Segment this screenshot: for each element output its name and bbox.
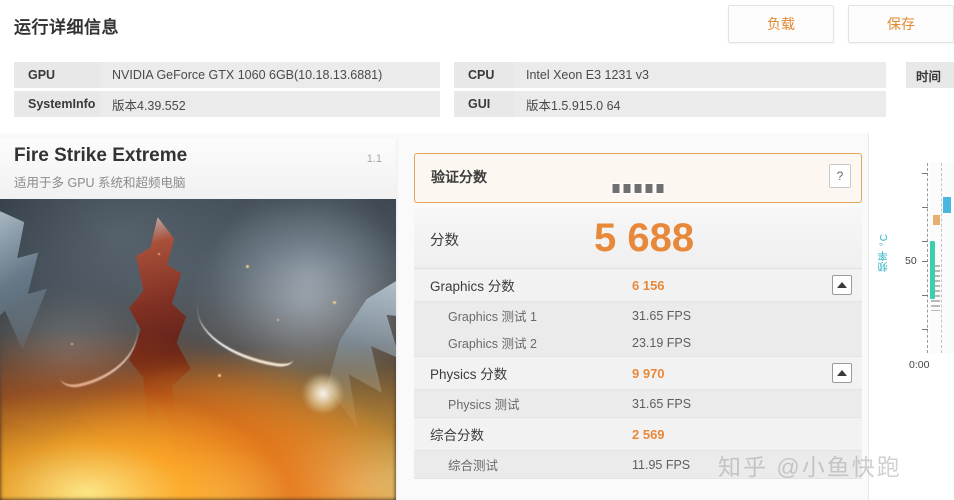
content-area: Fire Strike Extreme 适用于多 GPU 系统和超频电脑 1.1 bbox=[0, 133, 954, 500]
system-info-group-right: 时间 bbox=[906, 62, 954, 91]
score-panel: 验证分数 ? 分数 5 688 Graphics 分数 6 156 Graphi… bbox=[414, 153, 862, 479]
collapse-button-physics[interactable] bbox=[832, 363, 852, 383]
chart-x-tick-label: 0:00 bbox=[909, 359, 930, 371]
scene-ember bbox=[217, 373, 221, 377]
score-label: 综合分数 bbox=[430, 428, 484, 443]
info-row-time: 时间 bbox=[906, 62, 954, 88]
verified-score-label: 验证分数 bbox=[431, 169, 487, 185]
info-value-cpu: Intel Xeon E3 1231 v3 bbox=[514, 62, 886, 88]
chart-tick bbox=[922, 207, 928, 208]
benchmark-version: 1.1 bbox=[366, 153, 382, 165]
info-value-gpu: NVIDIA GeForce GTX 1060 6GB(10.18.13.688… bbox=[100, 62, 440, 88]
system-info-table: GPU NVIDIA GeForce GTX 1060 6GB(10.18.13… bbox=[0, 48, 954, 133]
benchmark-name: Fire Strike Extreme bbox=[14, 145, 188, 166]
benchmark-card[interactable]: Fire Strike Extreme 适用于多 GPU 系统和超频电脑 1.1 bbox=[0, 138, 396, 500]
score-value: 31.65 FPS bbox=[632, 396, 692, 411]
page-title: 运行详细信息 bbox=[14, 18, 119, 37]
scene-ember bbox=[245, 265, 249, 269]
score-value: 9 970 bbox=[632, 365, 665, 381]
score-label: Graphics 测试 2 bbox=[448, 337, 537, 351]
benchmark-screenshot bbox=[0, 199, 396, 500]
info-row-systeminfo: SystemInfo 版本4.39.552 bbox=[14, 91, 440, 117]
system-info-group-left: GPU NVIDIA GeForce GTX 1060 6GB(10.18.13… bbox=[14, 62, 440, 120]
total-score-row: 分数 5 688 bbox=[414, 208, 862, 269]
chart-series-teal bbox=[930, 241, 935, 299]
chart-y-axis-label: 频率 °C bbox=[879, 233, 890, 272]
chart-y-tick-label: 50 bbox=[905, 255, 917, 267]
masked-char bbox=[633, 183, 643, 194]
scene-fire bbox=[0, 331, 396, 500]
info-value-gui: 版本1.5.915.0 64 bbox=[514, 91, 886, 117]
info-label-time: 时间 bbox=[906, 62, 954, 88]
score-value: 2 569 bbox=[632, 426, 665, 442]
chart-series-blue bbox=[943, 197, 951, 213]
chart-tick bbox=[922, 261, 928, 262]
score-subrow-graphics-test-2: Graphics 测试 2 23.19 FPS bbox=[414, 329, 862, 357]
system-info-group-middle: CPU Intel Xeon E3 1231 v3 GUI 版本1.5.915.… bbox=[454, 62, 886, 120]
scene-glow bbox=[300, 373, 345, 413]
chevron-up-icon bbox=[837, 370, 847, 376]
chart-tick bbox=[922, 295, 928, 296]
info-row-gpu: GPU NVIDIA GeForce GTX 1060 6GB(10.18.13… bbox=[14, 62, 440, 88]
info-row-cpu: CPU Intel Xeon E3 1231 v3 bbox=[454, 62, 886, 88]
score-subrow-physics-test: Physics 测试 31.65 FPS bbox=[414, 390, 862, 418]
score-value: 11.95 FPS bbox=[632, 457, 691, 472]
info-label-gpu: GPU bbox=[14, 62, 100, 88]
score-row-physics[interactable]: Physics 分数 9 970 bbox=[414, 357, 862, 390]
top-bar: 运行详细信息 负载 保存 bbox=[0, 0, 954, 48]
chart-tick bbox=[922, 173, 928, 174]
score-label: Graphics 分数 bbox=[430, 279, 515, 294]
score-label: Physics 测试 bbox=[448, 398, 520, 412]
help-icon[interactable]: ? bbox=[829, 164, 851, 188]
masked-char bbox=[622, 183, 632, 194]
score-label: Physics 分数 bbox=[430, 367, 508, 382]
info-value-systeminfo: 版本4.39.552 bbox=[100, 91, 440, 117]
app-root: 运行详细信息 负载 保存 GPU NVIDIA GeForce GTX 1060… bbox=[0, 0, 954, 500]
masked-char bbox=[644, 183, 654, 194]
total-score-value: 5 688 bbox=[594, 216, 695, 260]
verified-score-box[interactable]: 验证分数 ? bbox=[414, 153, 862, 203]
score-subrow-graphics-test-1: Graphics 测试 1 31.65 FPS bbox=[414, 302, 862, 329]
chart-series-orange bbox=[933, 215, 940, 225]
benchmark-subtitle: 适用于多 GPU 系统和超频电脑 bbox=[14, 176, 186, 190]
score-subrow-combined-test: 综合测试 11.95 FPS bbox=[414, 451, 862, 479]
score-label: Graphics 测试 1 bbox=[448, 310, 537, 324]
info-row-gui: GUI 版本1.5.915.0 64 bbox=[454, 91, 886, 117]
score-value: 6 156 bbox=[632, 277, 665, 293]
score-value: 23.19 FPS bbox=[632, 335, 692, 350]
benchmark-header: Fire Strike Extreme 适用于多 GPU 系统和超频电脑 1.1 bbox=[0, 138, 396, 200]
info-label-cpu: CPU bbox=[454, 62, 514, 88]
chart-tick bbox=[922, 241, 928, 242]
chart-inner: 频率 °C 50 0:00 bbox=[869, 145, 954, 395]
score-row-combined[interactable]: 综合分数 2 569 bbox=[414, 418, 862, 451]
chevron-up-icon bbox=[837, 282, 847, 288]
info-label-systeminfo: SystemInfo bbox=[14, 91, 100, 117]
total-score-label: 分数 bbox=[430, 233, 459, 249]
load-button[interactable]: 负载 bbox=[728, 5, 834, 43]
info-label-gui: GUI bbox=[454, 91, 514, 117]
chart-y-axis-line bbox=[927, 163, 928, 353]
masked-char bbox=[611, 183, 621, 194]
collapse-button-graphics[interactable] bbox=[832, 275, 852, 295]
score-value: 31.65 FPS bbox=[632, 308, 692, 323]
score-label: 综合测试 bbox=[448, 459, 499, 473]
score-row-graphics[interactable]: Graphics 分数 6 156 bbox=[414, 269, 862, 302]
save-button[interactable]: 保存 bbox=[848, 5, 954, 43]
monitoring-chart[interactable]: 频率 °C 50 0:00 bbox=[868, 133, 954, 500]
top-button-group: 负载 保存 bbox=[728, 5, 954, 43]
masked-char bbox=[655, 183, 665, 194]
chart-gridline bbox=[941, 163, 942, 353]
verified-score-masked-value bbox=[611, 183, 665, 194]
chart-tick bbox=[922, 329, 928, 330]
